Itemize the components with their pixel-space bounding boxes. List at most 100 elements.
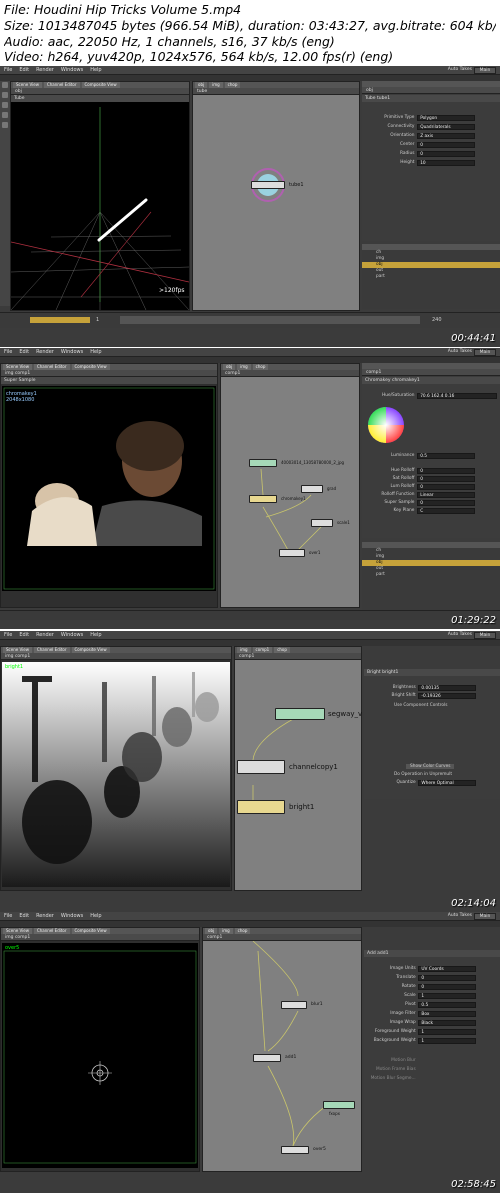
param-foreground-weight[interactable]: Foreground Weight 1 — [364, 1029, 500, 1036]
param-key-plane[interactable]: Key Plane C — [362, 508, 500, 515]
blur-node[interactable] — [281, 1001, 307, 1009]
param-radius[interactable]: Radius 0 — [362, 151, 500, 158]
parameter-pane: comp1 Chromakey chromakey1 Hue/Saturatio… — [362, 363, 500, 538]
composite-viewport[interactable]: bright1 — [2, 662, 230, 887]
path-bar[interactable]: obj — [11, 88, 189, 95]
param-image-wrap[interactable]: Image Wrap Black — [364, 1020, 500, 1027]
use-component-controls[interactable]: Use Component Controls — [364, 703, 500, 710]
show-color-curves-button[interactable]: Show Color Curves — [364, 764, 500, 771]
param-rolloff-function[interactable]: Rolloff Function Linear — [362, 492, 500, 499]
network-editor[interactable]: 40003014_13058780000_2_jpg chromakey1 gr… — [221, 377, 359, 607]
param-primitive-type[interactable]: Primitive Type Polygon — [362, 115, 500, 122]
tree-item-part[interactable]: part — [362, 572, 500, 578]
frame-1: File Edit Render Windows Help Auto Takes… — [0, 66, 500, 347]
grad-node[interactable] — [301, 485, 323, 493]
view-bar: Tube — [11, 95, 189, 102]
composite-viewport[interactable]: chromakey1 2048x1080 — [2, 386, 216, 591]
frame-3: File Edit Render Windows Help Auto Takes Mai… — [0, 631, 500, 912]
frame-start[interactable]: 1 — [96, 317, 99, 323]
network-path-bar[interactable]: tube — [193, 88, 359, 95]
param-background-weight[interactable]: Background Weight 1 — [364, 1038, 500, 1045]
param-pivot[interactable]: Pivot 0.5 — [364, 1002, 500, 1009]
param-lum-rolloff[interactable]: Lum Rolloff 0 — [362, 484, 500, 491]
tube-node[interactable] — [251, 181, 285, 189]
channelcopy-node[interactable] — [237, 760, 285, 774]
over-node[interactable] — [281, 1146, 309, 1154]
menu-windows[interactable]: Windows — [61, 67, 83, 73]
frame-2: File Edit Render Windows Help Auto Takes Mai… — [0, 348, 500, 629]
desktop-select[interactable]: Main — [474, 349, 496, 356]
auto-takes-label[interactable]: Auto Takes — [448, 632, 472, 637]
param-super-sample[interactable]: Super Sample 0 — [362, 500, 500, 507]
fps-readout: >120fps — [159, 287, 185, 294]
auto-takes-label[interactable]: Auto Takes — [448, 913, 472, 918]
frame-end[interactable]: 240 — [432, 317, 442, 323]
network-editor[interactable]: blur1 add1 fxopx over5 — [203, 941, 361, 1171]
param-connectivity[interactable]: Connectivity Quadrilaterals — [362, 124, 500, 131]
network-editor[interactable]: tube1 — [193, 95, 359, 310]
param-image-filter[interactable]: Image Filter Box — [364, 1011, 500, 1018]
image-node[interactable] — [249, 459, 277, 467]
menu-render[interactable]: Render — [36, 632, 54, 638]
3d-viewport[interactable]: >120fps — [11, 102, 189, 310]
menu-edit[interactable]: Edit — [19, 349, 29, 355]
param-brightness[interactable]: Brightness 0.00135 — [364, 685, 500, 692]
param-sat-rolloff[interactable]: Sat Rolloff 0 — [362, 476, 500, 483]
color-wheel[interactable] — [366, 405, 406, 445]
fx-node[interactable] — [323, 1101, 355, 1109]
menu-edit[interactable]: Edit — [19, 913, 29, 919]
param-orientation[interactable]: Orientation Z axis — [362, 133, 500, 140]
menu-windows[interactable]: Windows — [61, 349, 83, 355]
menu-file[interactable]: File — [4, 349, 12, 355]
bright-node[interactable] — [237, 800, 285, 814]
menu-edit[interactable]: Edit — [19, 67, 29, 73]
menu-help[interactable]: Help — [90, 67, 101, 73]
menu-help[interactable]: Help — [90, 913, 101, 919]
composite-view-pane: Scene View Channel Editor Composite View i… — [0, 927, 200, 1172]
menu-file[interactable]: File — [4, 67, 12, 73]
param-center[interactable]: Center 0 — [362, 142, 500, 149]
scale-node[interactable] — [311, 519, 333, 527]
param-bright-shift[interactable]: Bright Shift -0.19326 — [364, 693, 500, 700]
segway-node[interactable] — [275, 708, 325, 720]
menu-render[interactable]: Render — [36, 349, 54, 355]
menu-render[interactable]: Render — [36, 67, 54, 73]
param-scale[interactable]: Scale 1 — [364, 993, 500, 1000]
desktop-select[interactable]: Main — [474, 913, 496, 920]
param-hue-saturation[interactable]: Hue/Saturation 70.6 162.4 0.16 — [362, 393, 500, 400]
menu-render[interactable]: Render — [36, 913, 54, 919]
playbar[interactable] — [0, 610, 500, 620]
unpremult-checkbox[interactable]: Do Operation in Unpremult — [364, 772, 500, 779]
over-node[interactable] — [279, 549, 305, 557]
size-line: Size: 1013487045 bytes (966.54 MiB), dur… — [4, 17, 496, 33]
tree-item-part[interactable]: part — [362, 274, 500, 280]
param-height[interactable]: Height 10 — [362, 160, 500, 167]
tube-node-label: tube1 — [289, 182, 304, 188]
param-motion-blur[interactable]: Motion Blur — [364, 1058, 500, 1065]
menu-file[interactable]: File — [4, 632, 12, 638]
frame-4: File Edit Render Windows Help Auto Takes Mai… — [0, 912, 500, 1193]
menu-help[interactable]: Help — [90, 632, 101, 638]
menu-windows[interactable]: Windows — [61, 632, 83, 638]
chromakey-node[interactable] — [249, 495, 277, 503]
menu-file[interactable]: File — [4, 913, 12, 919]
param-luminance[interactable]: Luminance 0.5 — [362, 453, 500, 460]
menu-help[interactable]: Help — [90, 349, 101, 355]
add-node[interactable] — [253, 1054, 281, 1062]
desktop-select[interactable]: Main — [474, 632, 496, 639]
param-image-units[interactable]: Image Units UV Coords — [364, 966, 500, 973]
auto-takes-label[interactable]: Auto Takes — [448, 67, 472, 72]
param-translate[interactable]: Translate 0 — [364, 975, 500, 982]
param-motion-frame-bias[interactable]: Motion Frame Bias — [364, 1067, 500, 1074]
composite-viewport[interactable]: over5 — [2, 943, 198, 1168]
network-editor[interactable]: segway_v channelcopy1 bright1 — [235, 660, 362, 890]
param-hue-rolloff[interactable]: Hue Rolloff 0 — [362, 468, 500, 475]
menu-windows[interactable]: Windows — [61, 913, 83, 919]
menu-edit[interactable]: Edit — [19, 632, 29, 638]
param-rotate[interactable]: Rotate 0 — [364, 984, 500, 991]
desktop-select[interactable]: Main — [474, 67, 496, 74]
auto-takes-label[interactable]: Auto Takes — [448, 349, 472, 354]
playbar[interactable]: 1 240 — [0, 312, 500, 328]
quantize-menu[interactable]: Quantize Where Optimal — [364, 780, 500, 787]
param-motion-blur-segments[interactable]: Motion Blur Segme... — [364, 1076, 500, 1083]
